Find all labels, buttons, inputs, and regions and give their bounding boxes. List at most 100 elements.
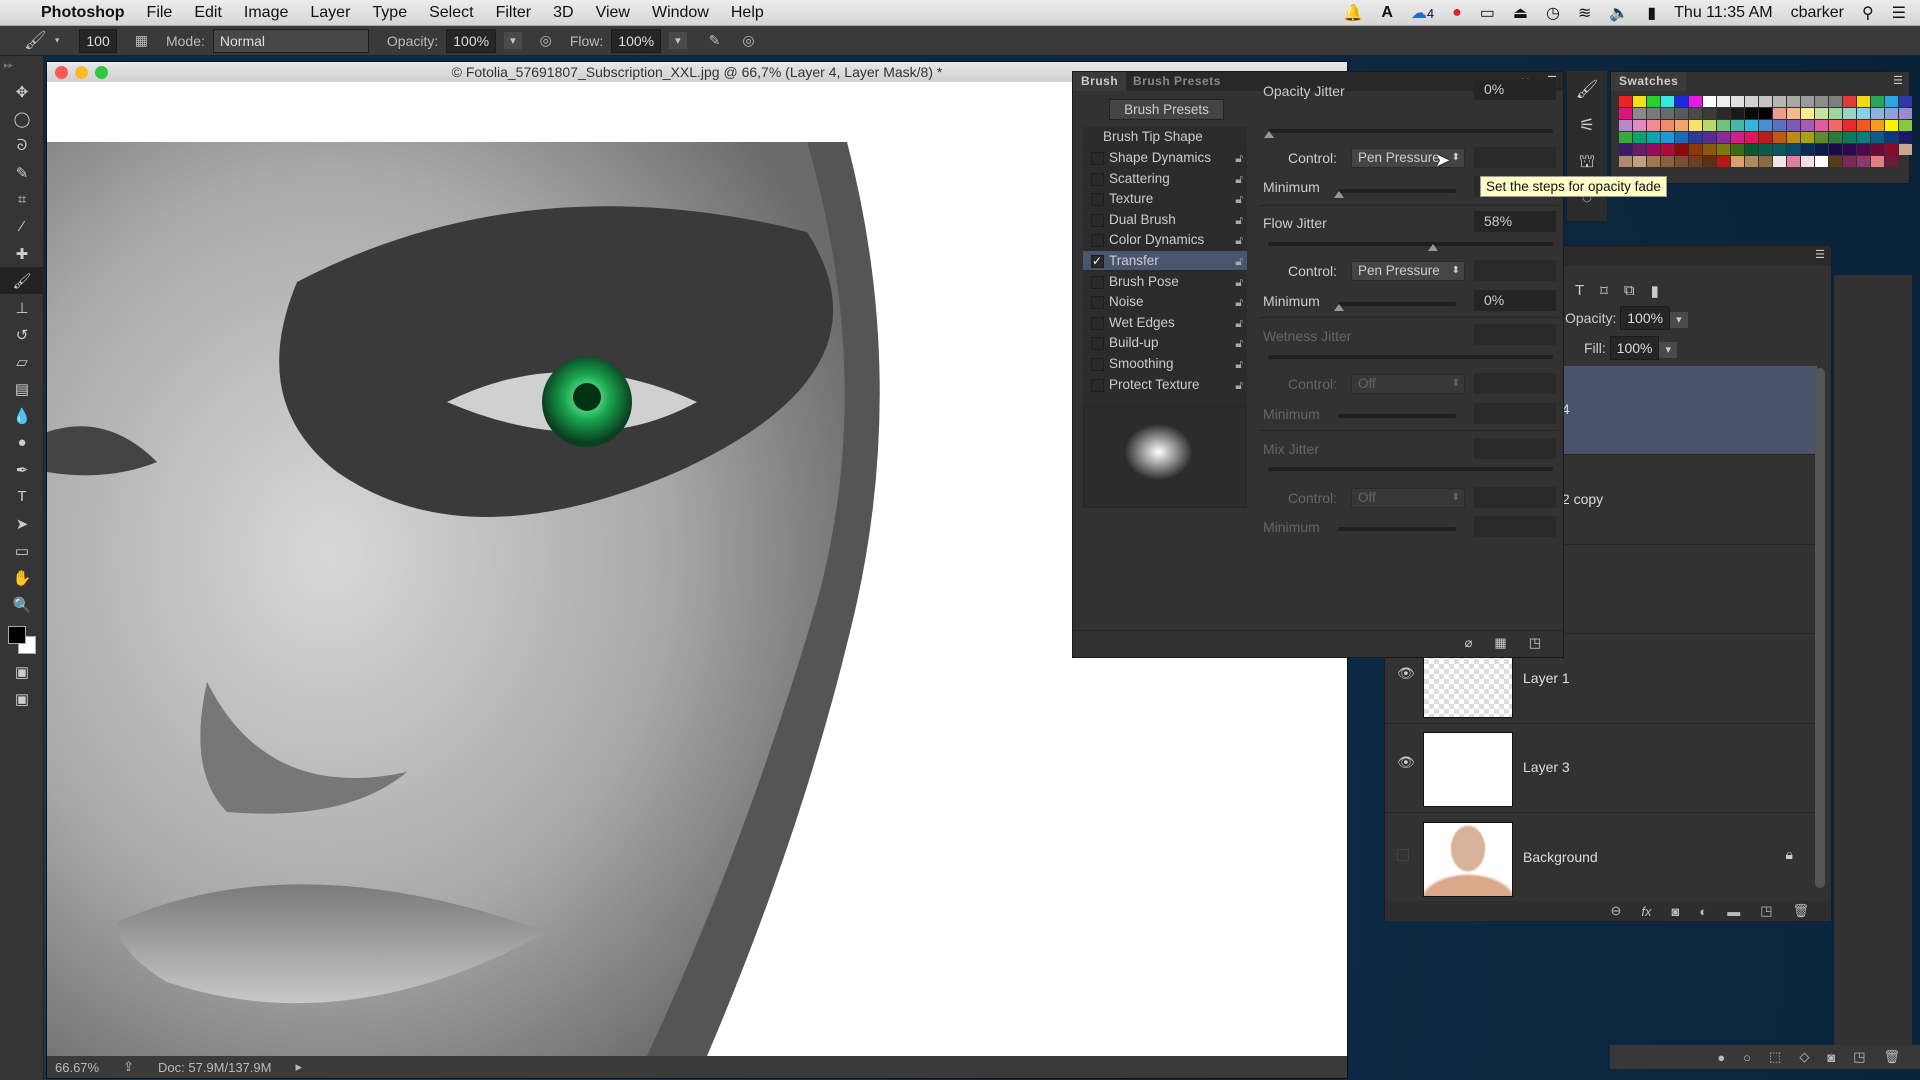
lock-icon[interactable]: 🔓︎ (1235, 148, 1243, 168)
minimize-button[interactable] (75, 66, 88, 79)
lock-icon[interactable]: 🔓︎ (1235, 333, 1243, 353)
swatch[interactable] (1899, 120, 1912, 131)
swatch[interactable] (1885, 108, 1898, 119)
swatch[interactable] (1843, 96, 1856, 107)
spotlight-icon[interactable]: ⚲ (1862, 3, 1874, 23)
swatch[interactable] (1787, 156, 1800, 167)
healing-brush-tool-icon[interactable]: ✚ (0, 240, 44, 267)
checkbox[interactable] (1091, 193, 1104, 207)
brush-option-wet-edges[interactable]: Wet Edges 🔓︎ (1083, 313, 1247, 333)
swatch[interactable] (1759, 132, 1772, 143)
opacity-jitter-input[interactable]: 0% (1474, 79, 1556, 100)
gradient-tool-icon[interactable]: ▤ (0, 375, 44, 402)
flow-jitter-slider[interactable] (1268, 242, 1553, 251)
display-icon[interactable]: ▭ (1480, 3, 1495, 23)
app-badge-icon[interactable]: ● (1452, 4, 1462, 22)
swatch[interactable] (1619, 96, 1632, 107)
flow-jitter-input[interactable]: 58% (1474, 211, 1556, 232)
lock-icon[interactable]: 🔓︎ (1235, 292, 1243, 312)
brush-option-dual-brush[interactable]: Dual Brush 🔓︎ (1083, 210, 1247, 230)
checkbox[interactable] (1091, 152, 1104, 165)
swatch[interactable] (1857, 108, 1870, 119)
swatch[interactable] (1815, 108, 1828, 119)
brush-tool-icon[interactable]: 🖌 (0, 267, 44, 294)
swatch[interactable] (1857, 120, 1870, 131)
menu-3d[interactable]: 3D (542, 4, 584, 22)
checkbox[interactable]: ✓ (1091, 255, 1104, 268)
move-tool-icon[interactable]: ✥ (0, 78, 44, 105)
brush-option-build-up[interactable]: Build-up 🔓︎ (1083, 333, 1247, 354)
swatch[interactable] (1773, 120, 1786, 131)
layer-thumbnail[interactable] (1423, 821, 1513, 897)
share-icon[interactable]: ⇪ (123, 1059, 134, 1075)
swatch[interactable] (1647, 120, 1660, 131)
menu-layer[interactable]: Layer (299, 4, 361, 22)
swatch[interactable] (1787, 120, 1800, 131)
swatch[interactable] (1661, 96, 1674, 107)
menu-file[interactable]: File (136, 4, 184, 22)
checkbox[interactable] (1091, 234, 1104, 248)
swatch[interactable] (1731, 108, 1744, 119)
swatch[interactable] (1871, 132, 1884, 143)
swatch[interactable] (1647, 144, 1660, 155)
filter-shape-icon[interactable]: ⌑ (1600, 282, 1608, 300)
brush-panel-icon[interactable]: ⚟ (1567, 107, 1607, 143)
swatch[interactable] (1647, 132, 1660, 143)
checkbox[interactable] (1091, 316, 1104, 330)
checkbox[interactable] (1091, 172, 1104, 186)
swatch[interactable] (1689, 120, 1702, 131)
checkbox[interactable] (1091, 296, 1104, 310)
path-selection-tool-icon[interactable]: ➤ (0, 510, 44, 537)
volume-icon[interactable]: 🔈 (1609, 3, 1629, 23)
swatch[interactable] (1829, 96, 1842, 107)
menu-app-name[interactable]: Photoshop (33, 4, 136, 22)
swatch[interactable] (1871, 120, 1884, 131)
swatch[interactable] (1871, 108, 1884, 119)
brush-option-texture[interactable]: Texture 🔓︎ (1083, 189, 1247, 210)
swatch[interactable] (1689, 156, 1702, 167)
filter-type-icon[interactable]: T (1575, 282, 1584, 300)
brush-tip-shape[interactable]: Brush Tip Shape (1083, 127, 1247, 147)
swatch[interactable] (1759, 108, 1772, 119)
swatch[interactable] (1843, 156, 1856, 167)
swatches-menu-icon[interactable]: ☰ (1893, 74, 1903, 87)
visibility-toggle[interactable] (1397, 848, 1409, 861)
close-button[interactable] (55, 66, 68, 79)
clone-source-icon[interactable]: ⛫ (1567, 143, 1607, 179)
swatch[interactable] (1717, 144, 1730, 155)
swatch[interactable] (1633, 120, 1646, 131)
brush-grid-icon[interactable]: ▦ (1494, 635, 1506, 651)
brush-option-brush-pose[interactable]: Brush Pose 🔓︎ (1083, 272, 1247, 292)
tab-brush[interactable]: Brush (1073, 72, 1127, 91)
swatch[interactable] (1899, 96, 1912, 107)
layer-name[interactable]: Background (1523, 849, 1598, 865)
swatch[interactable] (1619, 144, 1632, 155)
swatch[interactable] (1759, 144, 1772, 155)
menu-window[interactable]: Window (641, 4, 720, 22)
notification-icon[interactable]: 🔔 (1343, 3, 1363, 23)
swatch[interactable] (1675, 96, 1688, 107)
opacity-jitter-slider[interactable] (1264, 129, 1553, 138)
color-swatches[interactable] (6, 624, 43, 658)
checkbox[interactable] (1091, 337, 1104, 351)
lock-icon[interactable]: 🔓︎ (1235, 251, 1243, 271)
swatch[interactable] (1745, 108, 1758, 119)
swatch[interactable] (1731, 156, 1744, 167)
swatch[interactable] (1885, 132, 1898, 143)
swatch[interactable] (1885, 120, 1898, 131)
group-folder-icon[interactable]: ▬ (1727, 904, 1740, 919)
swatch[interactable] (1703, 120, 1716, 131)
wifi-icon[interactable]: ≋ (1578, 3, 1591, 23)
doc-size[interactable]: Doc: 57.9M/137.9M (158, 1060, 271, 1075)
swatch[interactable] (1633, 132, 1646, 143)
load-channel-icon[interactable]: ● (1717, 1050, 1725, 1065)
screen-mode-icon[interactable]: ▣ (0, 685, 44, 712)
swatch[interactable] (1717, 156, 1730, 167)
swatch[interactable] (1745, 156, 1758, 167)
swatch[interactable] (1703, 96, 1716, 107)
opacity-input[interactable]: 100% (446, 28, 497, 53)
brush-tool-icon[interactable]: 🖌 (24, 30, 47, 51)
battery-icon[interactable]: ▮ (1647, 3, 1656, 23)
quick-selection-tool-icon[interactable]: ✎ (0, 159, 44, 186)
menu-type[interactable]: Type (361, 4, 418, 22)
